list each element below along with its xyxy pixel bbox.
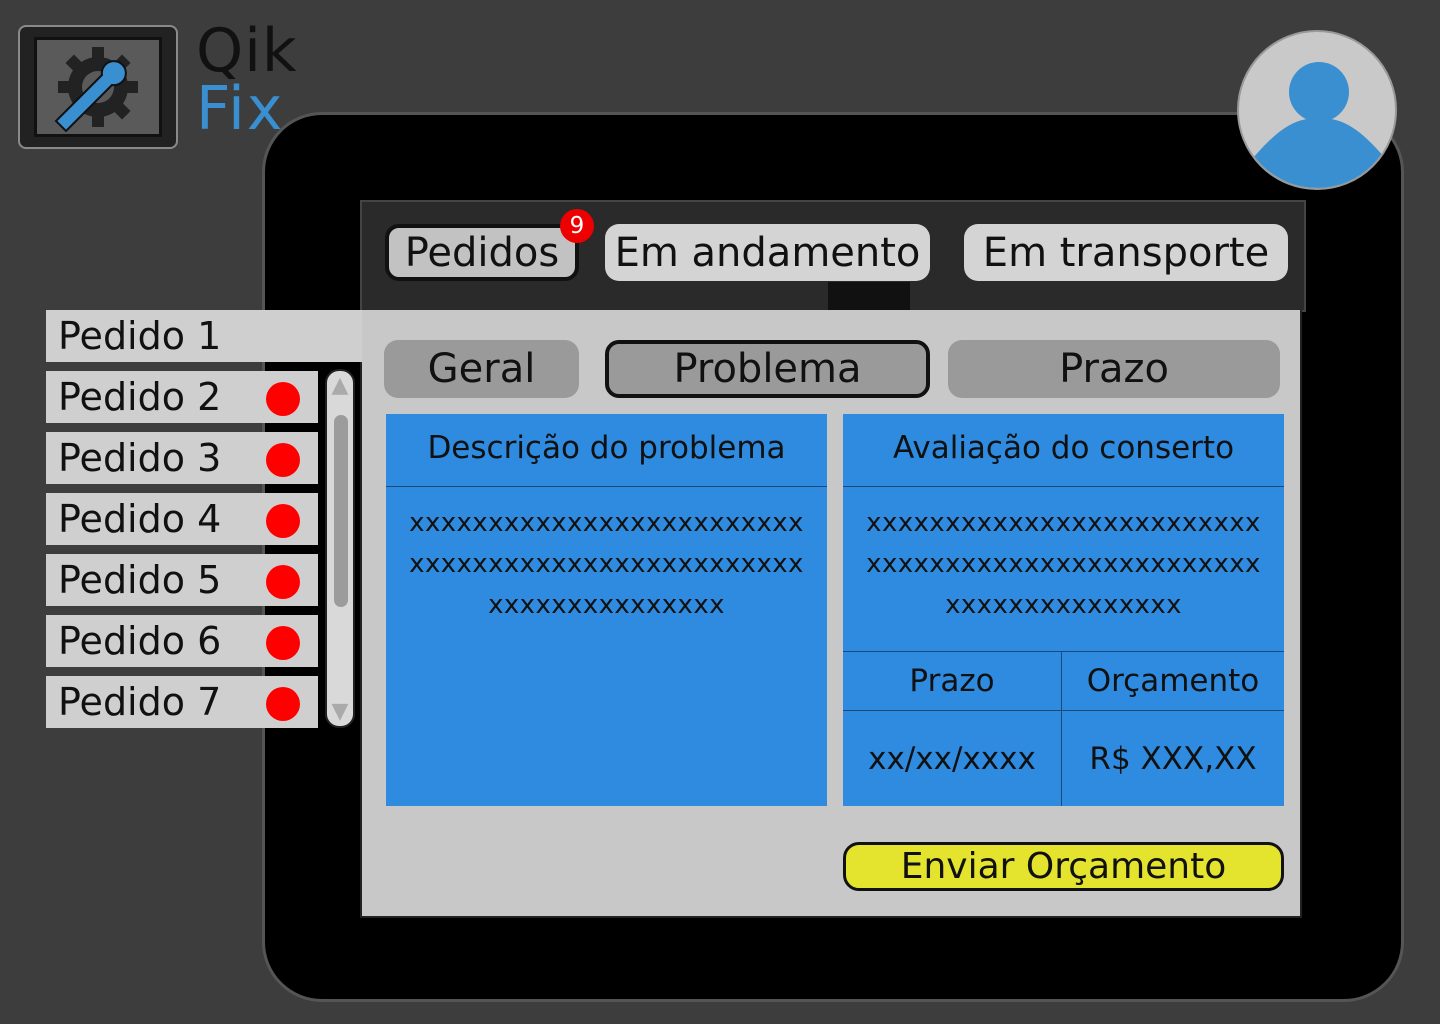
list-item-pedido-4[interactable]: Pedido 4 bbox=[46, 493, 318, 545]
list-item-label: Pedido 3 bbox=[58, 436, 222, 480]
notification-badge: 9 bbox=[560, 209, 594, 243]
repair-assessment-text: xxxxxxxxxxxxxxxxxxxxxxxxx xxxxxxxxxxxxxx… bbox=[843, 487, 1284, 652]
list-item-pedido-7[interactable]: Pedido 7 bbox=[46, 676, 318, 728]
send-budget-label: Enviar Orçamento bbox=[900, 846, 1227, 887]
scrollbar-thumb[interactable] bbox=[334, 415, 348, 607]
unread-dot bbox=[266, 565, 300, 599]
order-list-scrollbar[interactable]: ▲ ▼ bbox=[325, 369, 355, 728]
subtab-problema-label: Problema bbox=[673, 346, 862, 392]
problem-line: xxxxxxxxxxxxxxx bbox=[488, 590, 725, 620]
problem-line: xxxxxxxxxxxxxxxxxxxxxxxxx bbox=[409, 508, 804, 538]
budget-header: Orçamento bbox=[1062, 652, 1284, 711]
problem-line: xxxxxxxxxxxxxxxxxxxxxxxxx bbox=[409, 549, 804, 579]
subtab-geral[interactable]: Geral bbox=[384, 340, 579, 398]
list-item-pedido-6[interactable]: Pedido 6 bbox=[46, 615, 318, 667]
list-item-label: Pedido 1 bbox=[58, 314, 222, 358]
list-item-label: Pedido 2 bbox=[58, 375, 222, 419]
scroll-up-arrow-icon[interactable]: ▲ bbox=[327, 373, 353, 398]
repair-line: xxxxxxxxxxxxxxx bbox=[945, 590, 1182, 620]
deadline-value[interactable]: xx/xx/xxxx bbox=[843, 711, 1062, 806]
user-icon bbox=[1253, 62, 1385, 188]
tab-pedidos-label: Pedidos bbox=[404, 229, 560, 276]
gear-wrench-icon bbox=[34, 37, 162, 137]
send-budget-button[interactable]: Enviar Orçamento bbox=[843, 842, 1284, 891]
repair-line: xxxxxxxxxxxxxxxxxxxxxxxxx bbox=[866, 508, 1261, 538]
scroll-down-arrow-icon[interactable]: ▼ bbox=[327, 699, 353, 724]
subtab-prazo-label: Prazo bbox=[1059, 346, 1169, 392]
problem-description-card: Descrição do problema xxxxxxxxxxxxxxxxxx… bbox=[386, 414, 827, 806]
list-item-pedido-3[interactable]: Pedido 3 bbox=[46, 432, 318, 484]
user-avatar[interactable] bbox=[1237, 30, 1397, 190]
repair-assessment-title: Avaliação do conserto bbox=[843, 414, 1284, 487]
unread-dot bbox=[266, 382, 300, 416]
repair-line: xxxxxxxxxxxxxxxxxxxxxxxxx bbox=[866, 549, 1261, 579]
tab-em-transporte-label: Em transporte bbox=[982, 229, 1270, 276]
list-item-pedido-2[interactable]: Pedido 2 bbox=[46, 371, 318, 423]
unread-dot bbox=[266, 443, 300, 477]
subtab-prazo[interactable]: Prazo bbox=[948, 340, 1280, 398]
unread-dot bbox=[266, 626, 300, 660]
app-logo bbox=[18, 25, 178, 149]
tab-pedidos[interactable]: Pedidos bbox=[385, 224, 579, 281]
list-item-label: Pedido 7 bbox=[58, 680, 222, 724]
list-item-label: Pedido 5 bbox=[58, 558, 222, 602]
budget-value[interactable]: R$ XXX,XX bbox=[1062, 711, 1284, 806]
list-item-pedido-5[interactable]: Pedido 5 bbox=[46, 554, 318, 606]
subtab-geral-label: Geral bbox=[427, 346, 536, 392]
list-item-label: Pedido 6 bbox=[58, 619, 222, 663]
unread-dot bbox=[266, 504, 300, 538]
tab-em-andamento-label: Em andamento bbox=[614, 229, 921, 276]
tab-em-transporte[interactable]: Em transporte bbox=[964, 224, 1288, 281]
repair-assessment-card: Avaliação do conserto xxxxxxxxxxxxxxxxxx… bbox=[843, 414, 1284, 806]
tab-bar-notch bbox=[828, 282, 910, 312]
subtab-problema[interactable]: Problema bbox=[605, 340, 930, 398]
list-item-pedido-1[interactable]: Pedido 1 bbox=[46, 310, 362, 362]
problem-description-text: xxxxxxxxxxxxxxxxxxxxxxxxx xxxxxxxxxxxxxx… bbox=[386, 487, 827, 626]
logo-line-qik: Qik bbox=[196, 16, 298, 86]
unread-dot bbox=[266, 687, 300, 721]
deadline-header: Prazo bbox=[843, 652, 1062, 711]
tab-em-andamento[interactable]: Em andamento bbox=[605, 224, 930, 281]
problem-description-title: Descrição do problema bbox=[386, 414, 827, 487]
list-item-label: Pedido 4 bbox=[58, 497, 222, 541]
logo-wordmark: Qik Fix bbox=[196, 16, 298, 139]
